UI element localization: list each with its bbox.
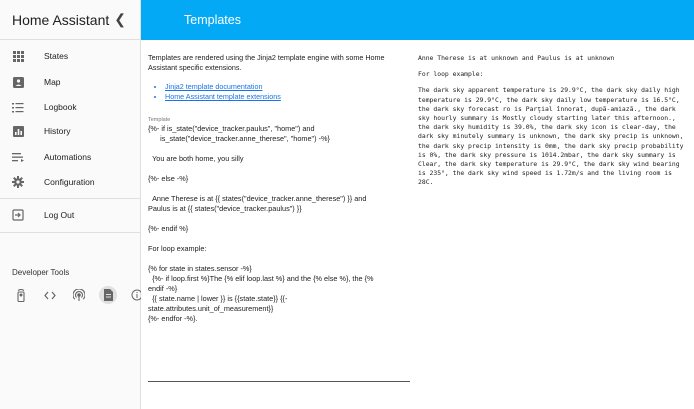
template-icon[interactable] <box>99 286 117 304</box>
output-line: For loop example: <box>418 70 484 79</box>
sidebar-item-history[interactable]: History <box>0 121 140 141</box>
sidebar-item-automations[interactable]: Automations <box>0 147 140 167</box>
main-content: Templates are rendered using the Jinja2 … <box>141 40 694 409</box>
page-title: Templates <box>184 13 241 27</box>
chart-icon <box>12 125 24 137</box>
jinja2-docs-link[interactable]: Jinja2 template documentation <box>165 82 281 92</box>
sidebar-item-label: States <box>44 51 69 61</box>
automation-icon <box>12 151 24 163</box>
output-line: Anne Therese is at unknown and Paulus is… <box>418 54 615 62</box>
chevron-left-icon[interactable]: ❮ <box>114 11 126 28</box>
sidebar-item-label: Map <box>44 77 61 87</box>
output-line: The dark sky apparent temperature is 29.… <box>418 86 688 187</box>
logout-icon <box>12 209 24 221</box>
ha-template-extensions-link[interactable]: Home Assistant template extensions <box>165 92 281 102</box>
developer-tools-bar <box>12 286 146 304</box>
sidebar-item-label: History <box>44 126 71 136</box>
sidebar-item-logout[interactable]: Log Out <box>0 205 140 225</box>
code-icon[interactable] <box>41 286 59 304</box>
sidebar-divider <box>0 232 140 233</box>
intro-text: Templates are rendered using the Jinja2 … <box>148 53 385 72</box>
doc-links: Jinja2 template documentation Home Assis… <box>165 82 281 102</box>
app-title: Home Assistant <box>12 11 110 28</box>
gear-icon <box>12 176 24 188</box>
sidebar-divider <box>0 198 140 199</box>
developer-tools-title: Developer Tools <box>12 268 70 277</box>
remote-icon[interactable] <box>12 286 30 304</box>
sidebar-item-configuration[interactable]: Configuration <box>0 172 140 192</box>
list-icon <box>12 101 24 113</box>
sidebar-item-map[interactable]: Map <box>0 72 140 92</box>
map-icon <box>12 76 24 88</box>
sidebar-item-label: Configuration <box>44 177 95 187</box>
sidebar-item-label: Automations <box>44 152 92 162</box>
top-app-bar: Templates <box>141 0 694 40</box>
grid-icon <box>12 50 24 62</box>
template-textarea[interactable]: {%- if is_state("device_tracker.paulus",… <box>148 124 410 382</box>
sidebar-item-label: Log Out <box>44 210 75 220</box>
template-text[interactable]: {%- if is_state("device_tracker.paulus",… <box>148 124 410 324</box>
radio-tower-icon[interactable] <box>70 286 88 304</box>
sidebar: Home Assistant ❮ States Map Logbook Hist… <box>0 0 143 409</box>
sidebar-item-label: Logbook <box>44 102 77 112</box>
sidebar-item-logbook[interactable]: Logbook <box>0 97 140 117</box>
sidebar-header: Home Assistant ❮ <box>0 0 140 40</box>
rendered-output: Anne Therese is at unknown and Paulus is… <box>418 54 688 195</box>
sidebar-item-states[interactable]: States <box>0 46 140 66</box>
